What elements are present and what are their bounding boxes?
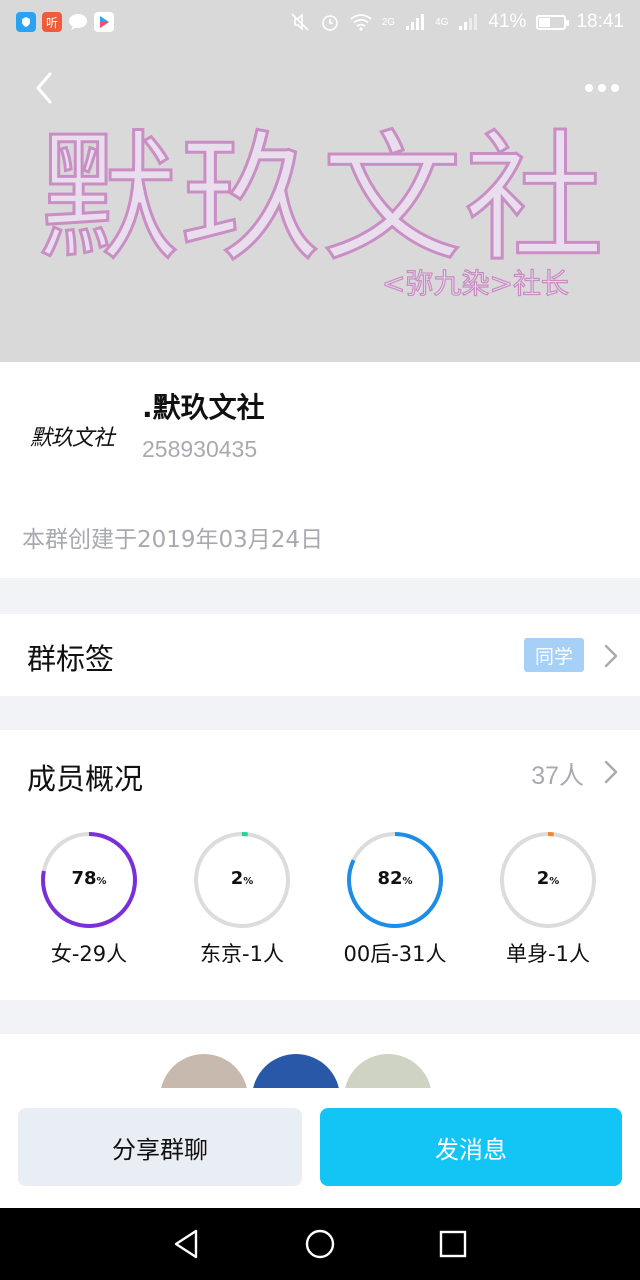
group-tags-row[interactable]: 群标签 同学 [0,614,640,696]
stat-female[interactable]: 78% 女-29人 [24,830,154,968]
clock: 18:41 [576,11,624,32]
mute-icon [291,13,309,31]
progress-ring: 82% [345,830,445,930]
member-overview: 成员概况 37人 78% 女-29人 2% 东京-1人 82% 00后-31人 … [0,730,640,1000]
more-dot-icon [611,84,619,92]
tags-title: 群标签 [27,642,115,676]
chevron-right-icon [604,644,618,668]
chevron-right-icon[interactable] [604,760,618,784]
stat-value: 2% [536,868,560,889]
battery-percent: 41% [488,11,527,32]
chat-bubble-icon [68,12,88,32]
stat-label: 00后-31人 [343,942,447,966]
cover-subtitle: <弥九染>社长 [381,266,569,300]
nav-home-icon[interactable] [303,1227,337,1261]
stat-label: 单身-1人 [506,942,590,966]
more-dot-icon [585,84,593,92]
signal-icon [406,14,425,30]
signal-icon [459,14,478,30]
more-dot-icon [598,84,606,92]
action-bar: 分享群聊 发消息 [0,1088,640,1208]
stat-value: 2% [230,868,254,889]
network-4g-label: 4G [435,16,449,28]
nav-recents-icon[interactable] [436,1227,470,1261]
cover-title: 默玖文社 [36,117,607,283]
battery-icon [536,14,570,30]
video-app-icon [94,12,114,32]
progress-ring: 2% [192,830,292,930]
tag-badge: 同学 [524,638,584,672]
stat-label: 女-29人 [50,942,128,966]
members-title: 成员概况 [27,762,144,796]
ting-app-icon: 听 [42,12,62,32]
status-bar: 听 2G 4G 41% 18:41 [0,0,640,44]
system-nav-bar [0,1208,640,1280]
more-options-button[interactable] [582,76,622,100]
group-avatar[interactable]: 默玖文社 [20,384,124,488]
progress-ring: 2% [498,830,598,930]
network-2g-label: 2G [381,16,396,28]
send-message-button[interactable]: 发消息 [320,1108,622,1186]
cover-image: 默玖文社 <弥九染>社长 [0,0,640,362]
back-button[interactable] [28,70,64,106]
nav-back-icon[interactable] [170,1227,204,1261]
ting-label: 听 [45,15,58,30]
created-date: 本群创建于2019年03月24日 [22,527,324,553]
progress-ring: 78% [39,830,139,930]
alarm-icon [321,15,338,31]
chevron-left-icon [36,72,52,104]
stat-label: 东京-1人 [200,942,284,966]
group-info-card: 默玖文社 .默玖文社 258930435 本群创建于2019年03月24日 [0,362,640,578]
shield-app-icon [16,12,36,32]
stat-value: 78% [71,868,107,889]
stat-location[interactable]: 2% 东京-1人 [177,830,307,968]
stat-age[interactable]: 82% 00后-31人 [330,830,460,968]
share-group-button[interactable]: 分享群聊 [18,1108,302,1186]
avatar-text: 默玖文社 [29,426,115,451]
stat-single[interactable]: 2% 单身-1人 [483,830,613,968]
group-name: .默玖文社 [142,391,265,424]
group-id: 258930435 [142,436,258,462]
stat-value: 82% [377,868,413,889]
member-count[interactable]: 37人 [531,756,584,792]
wifi-icon [350,14,372,31]
member-avatars-strip[interactable] [0,1034,640,1094]
